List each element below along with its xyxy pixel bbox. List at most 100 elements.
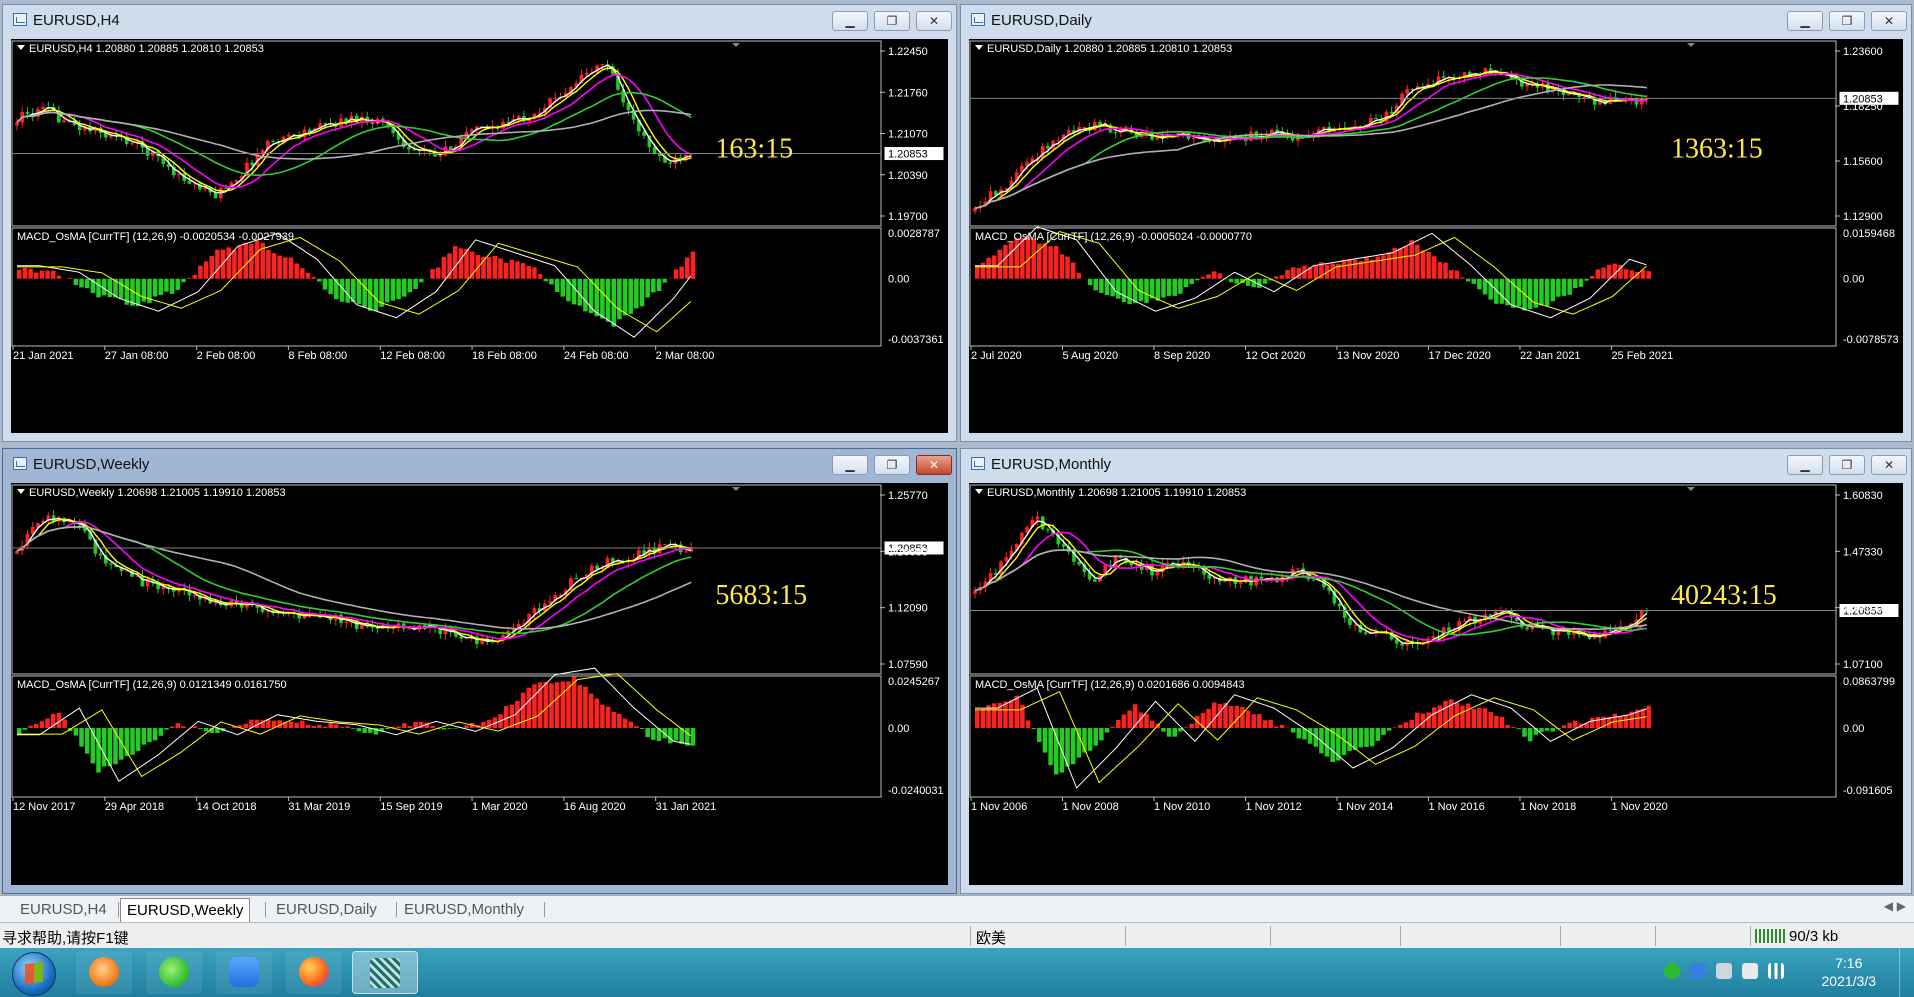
moving-average-line <box>974 520 1648 645</box>
restore-icon: ❐ <box>886 14 898 28</box>
osma-histogram-bar <box>181 726 186 729</box>
osma-histogram-bar <box>1527 728 1533 742</box>
chart-window-weekly[interactable]: EURUSD,Weekly ▁ ❐ ✕ 1.20853 EURUSD,Weekly… <box>2 448 957 894</box>
chart-window-daily[interactable]: EURUSD,Daily ▁ ❐ ✕ 1.20853 EURUSD,Daily 1… <box>960 4 1912 442</box>
osma-histogram-bar <box>1347 728 1352 752</box>
minimize-button[interactable]: ▁ <box>1787 455 1823 475</box>
show-desktop-icon[interactable] <box>1899 948 1914 997</box>
windows-start-icon[interactable] <box>12 952 56 996</box>
candle-body <box>1462 620 1467 622</box>
osma-histogram-bar <box>1578 278 1584 287</box>
restore-button[interactable]: ❐ <box>1829 11 1865 31</box>
osma-histogram-bar <box>1601 267 1606 279</box>
tab-eurusd-weekly[interactable]: EURUSD,Weekly <box>120 898 251 922</box>
chart-window-titlebar[interactable]: EURUSD,H4 ▁ ❐ ✕ <box>3 5 956 35</box>
minimize-button[interactable]: ▁ <box>832 11 868 31</box>
osma-histogram-bar <box>198 265 203 279</box>
candle-body <box>1191 138 1196 140</box>
chart-canvas[interactable]: 1.20853 EURUSD,Weekly 1.20698 1.21005 1.1… <box>11 483 948 885</box>
restore-button[interactable]: ❐ <box>874 11 910 31</box>
osma-histogram-bar <box>1471 709 1477 729</box>
chart-canvas[interactable]: 1.20853 EURUSD,Daily 1.20880 1.20885 1.20… <box>969 39 1903 433</box>
chart-window-h4[interactable]: EURUSD,H4 ▁ ❐ ✕ 1.20853 EURUSD,H4 1.20880… <box>2 4 957 442</box>
price-axis-label: 1.60830 <box>1843 490 1883 502</box>
minimize-icon: ▁ <box>845 458 855 472</box>
price-chart-svg[interactable]: 1.20853EURUSD,Monthly 1.20698 1.21005 1.… <box>969 483 1903 885</box>
system-clock[interactable]: 7:16 2021/3/3 <box>1822 954 1877 990</box>
taskbar-firefox[interactable] <box>286 951 342 994</box>
osma-histogram-bar <box>1353 728 1358 750</box>
taskbar-wechat[interactable] <box>146 951 202 994</box>
candle-body <box>595 565 599 569</box>
chart-window-titlebar[interactable]: EURUSD,Weekly ▁ ❐ ✕ <box>3 449 956 479</box>
candle-body <box>459 636 464 639</box>
signal-strength-icon[interactable] <box>1768 963 1784 979</box>
osma-histogram-bar <box>986 257 991 279</box>
price-chart-svg[interactable]: 1.20853 EURUSD,H4 1.20880 1.20885 1.20810… <box>11 39 948 433</box>
indicator-axis-label: -0.0240031 <box>888 785 944 797</box>
candle-body <box>1374 117 1378 119</box>
chart-window-monthly[interactable]: EURUSD,Monthly ▁ ❐ ✕ 1.20853 EURUSD,Month… <box>960 448 1912 894</box>
candle-body <box>15 122 19 126</box>
close-button[interactable]: ✕ <box>916 455 952 475</box>
osma-histogram-bar <box>101 728 107 767</box>
osma-histogram-bar <box>1228 278 1234 283</box>
chart-window-titlebar[interactable]: EURUSD,Daily ▁ ❐ ✕ <box>961 5 1911 35</box>
osma-histogram-bar <box>1465 278 1471 282</box>
osma-histogram-bar <box>1031 728 1036 730</box>
tab-eurusd-monthly[interactable]: EURUSD,Monthly <box>398 898 530 921</box>
candle-body <box>344 621 349 623</box>
chart-window-titlebar[interactable]: EURUSD,Monthly ▁ ❐ ✕ <box>961 449 1911 479</box>
tab-eurusd-daily[interactable]: EURUSD,Daily <box>270 898 383 921</box>
price-chart-svg[interactable]: 1.20853EURUSD,Weekly 1.20698 1.21005 1.1… <box>11 483 948 885</box>
price-chart-svg[interactable]: 1.20853EURUSD,Daily 1.20880 1.20885 1.20… <box>969 39 1903 433</box>
osma-histogram-bar <box>645 278 650 298</box>
chart-canvas[interactable]: 1.20853 EURUSD,Monthly 1.20698 1.21005 1.… <box>969 483 1903 885</box>
taskbar-app-3[interactable] <box>216 951 272 994</box>
osma-histogram-bar <box>1234 705 1240 729</box>
chart-shift-marker <box>732 487 740 491</box>
close-button[interactable]: ✕ <box>916 11 952 31</box>
mdi-workspace: EURUSD,H4 ▁ ❐ ✕ 1.20853 EURUSD,H4 1.20880… <box>0 0 1914 895</box>
osma-histogram-bar <box>1059 254 1065 279</box>
candle-body <box>438 155 443 157</box>
osma-histogram-bar <box>158 278 164 296</box>
taskbar-metatrader[interactable] <box>352 951 418 994</box>
chart-shift-marker <box>1687 43 1695 47</box>
osma-histogram-bar <box>1093 278 1098 291</box>
time-axis-label: 12 Oct 2020 <box>1245 350 1305 362</box>
osma-histogram-bar <box>1505 725 1510 729</box>
tab-eurusd-h4[interactable]: EURUSD,H4 <box>14 898 113 921</box>
osma-histogram-bar <box>384 278 390 303</box>
close-button[interactable]: ✕ <box>1871 11 1907 31</box>
taskbar-app-1[interactable] <box>76 951 132 994</box>
time-axis-label: 27 Jan 08:00 <box>105 350 169 362</box>
restore-button[interactable]: ❐ <box>874 455 910 475</box>
chart-ohlc-header: EURUSD,Daily 1.20880 1.20885 1.20810 1.2… <box>987 43 1232 55</box>
candle-body <box>610 558 615 562</box>
time-axis-label: 1 Nov 2008 <box>1062 801 1118 813</box>
minimize-button[interactable]: ▁ <box>1787 11 1823 31</box>
osma-histogram-bar <box>1127 278 1132 305</box>
candle-body <box>1004 557 1009 562</box>
volume-muted-icon[interactable] <box>1742 963 1758 979</box>
security-shield-icon[interactable] <box>1690 963 1706 979</box>
close-button[interactable]: ✕ <box>1871 455 1907 475</box>
tab-scroll-arrows[interactable]: ◀ ▶ <box>1884 899 1906 913</box>
osma-histogram-bar <box>1189 278 1194 284</box>
osma-histogram-bar <box>566 278 571 302</box>
restore-button[interactable]: ❐ <box>1829 455 1865 475</box>
candle-body <box>553 98 558 100</box>
chart-canvas[interactable]: 1.20853 EURUSD,H4 1.20880 1.20885 1.20810… <box>11 39 948 433</box>
status-divider <box>1270 926 1271 946</box>
osma-histogram-bar <box>300 268 305 279</box>
wechat-tray-icon[interactable] <box>1664 963 1680 979</box>
minimize-button[interactable]: ▁ <box>832 455 868 475</box>
osma-histogram-bar <box>1561 725 1567 729</box>
network-device-icon[interactable] <box>1716 963 1732 979</box>
osma-histogram-bar <box>560 681 566 729</box>
osma-histogram-bar <box>413 721 418 729</box>
big-countdown-label: 5683:15 <box>715 580 807 611</box>
candle-body <box>1405 89 1410 94</box>
candle-body <box>1296 568 1300 570</box>
